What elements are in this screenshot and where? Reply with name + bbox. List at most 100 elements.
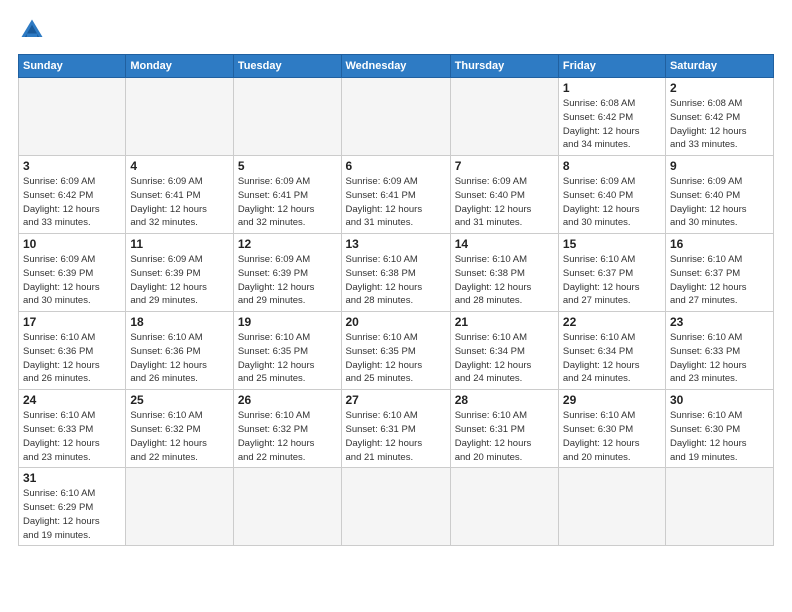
calendar-day-cell: 10Sunrise: 6:09 AM Sunset: 6:39 PM Dayli… <box>19 234 126 312</box>
day-number: 27 <box>346 393 446 407</box>
day-info: Sunrise: 6:10 AM Sunset: 6:37 PM Dayligh… <box>563 253 661 308</box>
calendar-day-cell: 27 Sunrise: 6:10 AM Sunset: 6:31 PM Dayli… <box>341 390 450 468</box>
calendar-day-cell: 14Sunrise: 6:10 AM Sunset: 6:38 PM Dayli… <box>450 234 558 312</box>
day-info: Sunrise: 6:10 AM Sunset: 6:30 PM Dayligh… <box>563 409 661 464</box>
day-info: Sunrise: 6:09 AM Sunset: 6:41 PM Dayligh… <box>238 175 337 230</box>
calendar-day-cell: 8 Sunrise: 6:09 AM Sunset: 6:40 PM Daylig… <box>558 156 665 234</box>
calendar-day-cell: 7 Sunrise: 6:09 AM Sunset: 6:40 PM Daylig… <box>450 156 558 234</box>
weekday-header-sunday: Sunday <box>19 55 126 78</box>
day-info: Sunrise: 6:10 AM Sunset: 6:38 PM Dayligh… <box>455 253 554 308</box>
calendar-day-cell <box>450 468 558 546</box>
calendar-day-cell: 25 Sunrise: 6:10 AM Sunset: 6:32 PM Dayli… <box>126 390 233 468</box>
day-number: 31 <box>23 471 121 485</box>
weekday-header-tuesday: Tuesday <box>233 55 341 78</box>
calendar-day-cell: 26 Sunrise: 6:10 AM Sunset: 6:32 PM Dayli… <box>233 390 341 468</box>
day-number: 20 <box>346 315 446 329</box>
day-info: Sunrise: 6:10 AM Sunset: 6:29 PM Dayligh… <box>23 487 121 542</box>
weekday-header-wednesday: Wednesday <box>341 55 450 78</box>
day-info: Sunrise: 6:09 AM Sunset: 6:40 PM Dayligh… <box>670 175 769 230</box>
day-info: Sunrise: 6:09 AM Sunset: 6:40 PM Dayligh… <box>455 175 554 230</box>
day-info: Sunrise: 6:10 AM Sunset: 6:33 PM Dayligh… <box>670 331 769 386</box>
calendar-week-row: 31 Sunrise: 6:10 AM Sunset: 6:29 PM Dayli… <box>19 468 774 546</box>
day-number: 17 <box>23 315 121 329</box>
weekday-header-monday: Monday <box>126 55 233 78</box>
calendar-day-cell: 17 Sunrise: 6:10 AM Sunset: 6:36 PM Dayli… <box>19 312 126 390</box>
day-info: Sunrise: 6:10 AM Sunset: 6:30 PM Dayligh… <box>670 409 769 464</box>
day-info: Sunrise: 6:09 AM Sunset: 6:41 PM Dayligh… <box>346 175 446 230</box>
calendar-week-row: 17 Sunrise: 6:10 AM Sunset: 6:36 PM Dayli… <box>19 312 774 390</box>
day-info: Sunrise: 6:10 AM Sunset: 6:36 PM Dayligh… <box>23 331 121 386</box>
calendar-week-row: 10Sunrise: 6:09 AM Sunset: 6:39 PM Dayli… <box>19 234 774 312</box>
calendar-day-cell: 19Sunrise: 6:10 AM Sunset: 6:35 PM Dayli… <box>233 312 341 390</box>
day-number: 29 <box>563 393 661 407</box>
day-number: 4 <box>130 159 228 173</box>
calendar-day-cell: 30 Sunrise: 6:10 AM Sunset: 6:30 PM Dayli… <box>665 390 773 468</box>
header <box>18 16 774 44</box>
calendar-day-cell <box>450 78 558 156</box>
day-info: Sunrise: 6:08 AM Sunset: 6:42 PM Dayligh… <box>563 97 661 152</box>
calendar-day-cell: 16Sunrise: 6:10 AM Sunset: 6:37 PM Dayli… <box>665 234 773 312</box>
day-number: 28 <box>455 393 554 407</box>
calendar-day-cell: 23Sunrise: 6:10 AM Sunset: 6:33 PM Dayli… <box>665 312 773 390</box>
day-number: 25 <box>130 393 228 407</box>
calendar-day-cell <box>126 468 233 546</box>
day-number: 21 <box>455 315 554 329</box>
day-info: Sunrise: 6:10 AM Sunset: 6:35 PM Dayligh… <box>346 331 446 386</box>
calendar-day-cell: 2 Sunrise: 6:08 AM Sunset: 6:42 PM Daylig… <box>665 78 773 156</box>
calendar-day-cell: 6 Sunrise: 6:09 AM Sunset: 6:41 PM Daylig… <box>341 156 450 234</box>
calendar-header-row: SundayMondayTuesdayWednesdayThursdayFrid… <box>19 55 774 78</box>
day-info: Sunrise: 6:08 AM Sunset: 6:42 PM Dayligh… <box>670 97 769 152</box>
page: SundayMondayTuesdayWednesdayThursdayFrid… <box>0 0 792 612</box>
weekday-header-friday: Friday <box>558 55 665 78</box>
calendar-week-row: 3 Sunrise: 6:09 AM Sunset: 6:42 PM Daylig… <box>19 156 774 234</box>
day-info: Sunrise: 6:09 AM Sunset: 6:39 PM Dayligh… <box>238 253 337 308</box>
day-number: 6 <box>346 159 446 173</box>
calendar-day-cell: 24 Sunrise: 6:10 AM Sunset: 6:33 PM Dayli… <box>19 390 126 468</box>
calendar-day-cell <box>341 78 450 156</box>
calendar-day-cell <box>233 78 341 156</box>
calendar-day-cell <box>558 468 665 546</box>
day-info: Sunrise: 6:10 AM Sunset: 6:31 PM Dayligh… <box>455 409 554 464</box>
day-info: Sunrise: 6:10 AM Sunset: 6:36 PM Dayligh… <box>130 331 228 386</box>
day-number: 13 <box>346 237 446 251</box>
calendar-week-row: 1Sunrise: 6:08 AM Sunset: 6:42 PM Daylig… <box>19 78 774 156</box>
day-number: 22 <box>563 315 661 329</box>
calendar-day-cell: 3 Sunrise: 6:09 AM Sunset: 6:42 PM Daylig… <box>19 156 126 234</box>
day-number: 26 <box>238 393 337 407</box>
day-info: Sunrise: 6:10 AM Sunset: 6:33 PM Dayligh… <box>23 409 121 464</box>
calendar-day-cell: 12Sunrise: 6:09 AM Sunset: 6:39 PM Dayli… <box>233 234 341 312</box>
calendar-day-cell: 11Sunrise: 6:09 AM Sunset: 6:39 PM Dayli… <box>126 234 233 312</box>
day-info: Sunrise: 6:10 AM Sunset: 6:34 PM Dayligh… <box>455 331 554 386</box>
day-info: Sunrise: 6:09 AM Sunset: 6:40 PM Dayligh… <box>563 175 661 230</box>
day-info: Sunrise: 6:10 AM Sunset: 6:31 PM Dayligh… <box>346 409 446 464</box>
calendar-day-cell: 9 Sunrise: 6:09 AM Sunset: 6:40 PM Daylig… <box>665 156 773 234</box>
day-number: 11 <box>130 237 228 251</box>
day-number: 8 <box>563 159 661 173</box>
day-number: 19 <box>238 315 337 329</box>
weekday-header-thursday: Thursday <box>450 55 558 78</box>
calendar-week-row: 24 Sunrise: 6:10 AM Sunset: 6:33 PM Dayli… <box>19 390 774 468</box>
calendar-day-cell: 20 Sunrise: 6:10 AM Sunset: 6:35 PM Dayli… <box>341 312 450 390</box>
day-number: 24 <box>23 393 121 407</box>
day-info: Sunrise: 6:09 AM Sunset: 6:42 PM Dayligh… <box>23 175 121 230</box>
day-number: 2 <box>670 81 769 95</box>
day-info: Sunrise: 6:10 AM Sunset: 6:38 PM Dayligh… <box>346 253 446 308</box>
day-number: 9 <box>670 159 769 173</box>
day-info: Sunrise: 6:10 AM Sunset: 6:32 PM Dayligh… <box>130 409 228 464</box>
calendar-day-cell: 1Sunrise: 6:08 AM Sunset: 6:42 PM Daylig… <box>558 78 665 156</box>
day-number: 3 <box>23 159 121 173</box>
day-number: 18 <box>130 315 228 329</box>
day-number: 7 <box>455 159 554 173</box>
calendar-day-cell <box>665 468 773 546</box>
day-info: Sunrise: 6:10 AM Sunset: 6:34 PM Dayligh… <box>563 331 661 386</box>
day-number: 30 <box>670 393 769 407</box>
weekday-header-saturday: Saturday <box>665 55 773 78</box>
calendar-table: SundayMondayTuesdayWednesdayThursdayFrid… <box>18 54 774 546</box>
calendar-day-cell: 18 Sunrise: 6:10 AM Sunset: 6:36 PM Dayli… <box>126 312 233 390</box>
calendar-day-cell <box>233 468 341 546</box>
calendar-day-cell: 21 Sunrise: 6:10 AM Sunset: 6:34 PM Dayli… <box>450 312 558 390</box>
calendar-day-cell <box>126 78 233 156</box>
day-number: 16 <box>670 237 769 251</box>
logo <box>18 16 50 44</box>
day-info: Sunrise: 6:10 AM Sunset: 6:32 PM Dayligh… <box>238 409 337 464</box>
